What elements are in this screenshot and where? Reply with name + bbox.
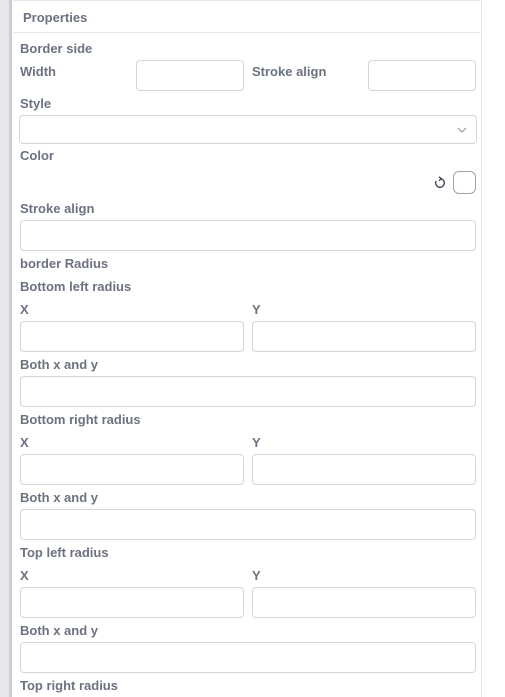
bottom-left-y-label: Y (252, 302, 261, 317)
bottom-right-both-input[interactable] (20, 509, 476, 540)
color-label: Color (20, 148, 54, 163)
bottom-left-radius-title: Bottom left radius (20, 279, 132, 294)
bottom-left-both-label: Both x and y (20, 357, 99, 372)
stroke-align-label: Stroke align (252, 64, 327, 79)
bottom-left-both-input[interactable] (20, 376, 476, 407)
color-swatch[interactable] (453, 171, 476, 194)
bottom-left-y-input[interactable] (252, 321, 476, 352)
properties-panel: Properties Border side Width Stroke alig… (14, 0, 482, 697)
style-select[interactable] (19, 115, 477, 144)
stroke-align-input[interactable] (368, 60, 476, 91)
bottom-right-x-input[interactable] (20, 454, 244, 485)
stroke-align-full-label: Stroke align (20, 201, 95, 216)
top-left-both-input[interactable] (20, 642, 476, 673)
border-side-heading: Border side (20, 41, 93, 56)
left-rail (0, 0, 12, 697)
bottom-left-x-input[interactable] (20, 321, 244, 352)
panel-header: Properties (14, 0, 481, 33)
top-left-both-label: Both x and y (20, 623, 99, 638)
reset-icon[interactable] (433, 176, 447, 190)
bottom-left-x-label: X (20, 302, 29, 317)
style-label: Style (20, 96, 52, 111)
top-left-y-label: Y (252, 568, 261, 583)
width-input[interactable] (136, 60, 244, 91)
width-label: Width (20, 64, 56, 79)
bottom-right-radius-title: Bottom right radius (20, 412, 141, 427)
stroke-align-full-input[interactable] (20, 220, 476, 251)
bottom-right-y-input[interactable] (252, 454, 476, 485)
top-right-radius-title: Top right radius (20, 678, 118, 693)
chevron-down-icon (457, 127, 467, 133)
top-left-x-label: X (20, 568, 29, 583)
panel-title: Properties (23, 10, 88, 25)
top-left-x-input[interactable] (20, 587, 244, 618)
border-radius-heading: border Radius (20, 256, 109, 271)
bottom-right-both-label: Both x and y (20, 490, 99, 505)
bottom-right-x-label: X (20, 435, 29, 450)
top-left-radius-title: Top left radius (20, 545, 109, 560)
top-left-y-input[interactable] (252, 587, 476, 618)
bottom-right-y-label: Y (252, 435, 261, 450)
